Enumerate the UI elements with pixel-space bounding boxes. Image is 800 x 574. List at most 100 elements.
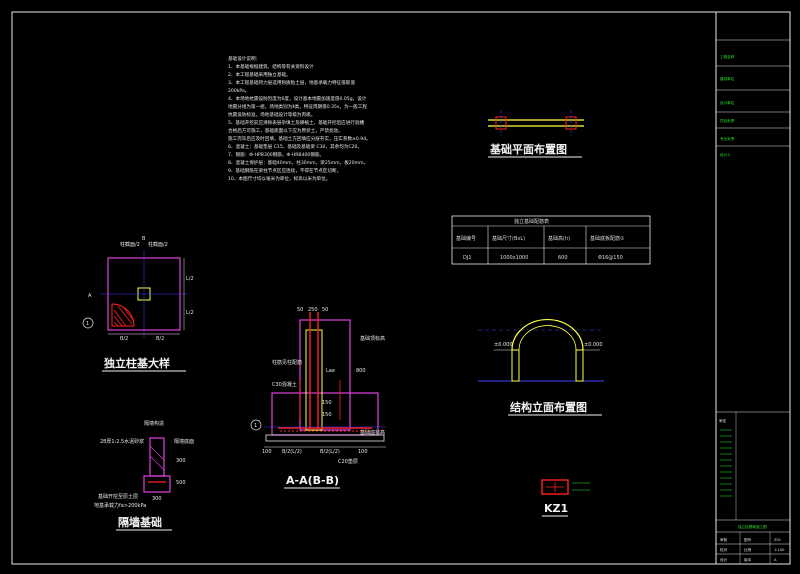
note-line: 6、混凝土：基础垫层 C15，基础及基础梁 C30，其余均为C20。 [228,143,362,150]
title-row: 审定 [719,418,727,423]
wall-label: 地基承载力fa>200kPa [94,502,146,509]
elevation-arch [511,319,584,351]
kz1-title: KZ1 [544,502,568,515]
table-caption: 独立基础配筋表 [514,218,549,225]
elevation-title: 结构立面布置图 [509,400,587,414]
wall-label: 隔墙构造 [144,420,164,427]
section-label: 基础顶标高 [360,335,385,342]
elevation-label: ±0.000 [584,342,603,348]
note-line: 4、本场地抗震设防烈度为6度，设计基本地震加速度值0.05g，设计 [228,95,367,102]
section-label: Lae [326,368,335,374]
elevation-label: ±0.000 [494,342,513,348]
table-cell: Φ16@150 [598,255,623,261]
note-line: 7、钢筋：Φ-HPB300钢筋，Φ-HRB400钢筋。 [228,151,324,158]
title-row: 设计单位 [720,100,735,105]
table-header: 基础底板配筋① [590,235,625,242]
section-label: 基础底标高 [360,429,385,436]
wall-label: 28厚1:2.5水泥砂浆 [100,438,144,445]
footing-grid-label: A [88,293,92,299]
section-dim-bottom: 100 [358,449,368,455]
title-row: 审核 [720,537,728,542]
wall-footing: 隔墙构造 28厚1:2.5水泥砂浆 隔墙底面 基础开挖至原土层 地基承载力fa>… [94,420,194,531]
notes-heading: 基础设计说明： [228,55,260,62]
title-row: 图号 [744,537,752,542]
note-line: 10、本图尺寸均以毫米为单位，标高以米为单位。 [228,175,330,182]
table-header: 基础高(h) [548,235,570,242]
elevation-column-left [511,349,520,382]
title-row: 校对 [720,547,728,552]
design-notes: 基础设计说明： 1、本基础根据建筑、结构等有关资料设计 2、本工程基础采用独立基… [228,55,371,182]
title-hatch [720,429,732,497]
note-line: 8、混凝土保护层：基础40mm，柱30mm，梁25mm，板20mm。 [228,159,368,166]
footing-table: 独立基础配筋表 基础编号 基础尺寸(BxL) 基础高(h) 基础底板配筋① DJ… [451,215,651,265]
wall-body [149,437,165,477]
section-column-core [305,329,323,431]
foundation-plan: 基础平面布置图 [488,110,584,158]
section-rebar-mark: 1 [254,423,257,429]
table-header: 基础编号 [456,235,476,242]
section-height: 150 [322,400,332,406]
note-line: 200kPa。 [228,88,249,94]
section-dim-bottom: 100 [262,449,272,455]
title-code: A [774,558,777,562]
title-block: 工程名称 建设单位 设计单位 项目负责 专业负责 设计人 审定 独立柱基础施工图… [715,11,791,565]
title-row: 专业负责 [720,136,735,141]
table-header: 基础尺寸(BxL) [492,235,525,242]
section-aa: 50 250 50 100 B/2(L/2) B/2(L/2) 100 800 … [250,307,386,489]
drawing-border [11,11,717,565]
footing-detail: B/2 B/2 L/2 L/2 柱截面/2 柱截面/2 B A 1 独立柱基大样 [82,236,194,372]
title-row: 比例 [744,547,752,552]
footing-rebar-mark: 1 [86,321,89,327]
note-line: 3、本工程基础持力层选用粉质粘土层，地基承载力特征值取值 [228,79,355,86]
table-cell: 1000x1000 [500,255,528,261]
title-code: Z01 [774,538,781,542]
footing-title: 独立柱基大样 [103,356,170,370]
wall-dim: 500 [176,480,186,486]
title-row: 设计 [720,557,728,562]
note-line: 5、基础开挖前应清除表层杂填土及耕植土，基础开挖后应进行验槽 [228,119,365,126]
footing-dim: L/2 [186,276,194,282]
wall-label: 隔墙底面 [174,438,194,445]
note-line: 施工完毕后应及时回填，基础土方回填应分层夯实，压实系数≥0.94。 [228,135,371,142]
column-kz1: KZ1 [541,479,590,517]
section-height: 800 [356,368,366,374]
footing-dim: L/2 [186,310,194,316]
wall-dim: 300 [176,458,186,464]
plan-title: 基础平面布置图 [489,142,567,156]
title-row: 版本 [744,557,752,562]
elevation-column-right [575,349,584,382]
footing-col-label: 柱截面/2 [120,241,140,248]
title-row: 建设单位 [720,76,735,81]
section-dim-bottom: B/2(L/2) [320,449,340,455]
title-row: 工程名称 [720,54,735,59]
section-dim-top: 250 [308,307,318,313]
wall-base [143,475,171,493]
footing-col-label: 柱截面/2 [148,241,168,248]
section-label: C20垫层 [338,458,358,465]
section-title: A-A(B-B) [286,474,339,487]
note-line: 合格后方可施工，基础底面以下应为原状土，严禁扰动。 [228,127,343,134]
note-line: 2、本工程基础采用独立基础。 [228,71,291,78]
footing-grid-label: B [142,236,146,242]
cad-drawing: 基础设计说明： 1、本基础根据建筑、结构等有关资料设计 2、本工程基础采用独立基… [11,11,791,565]
table-cell: 600 [558,255,568,261]
title-code: 1:100 [774,548,785,552]
drawing-name: 独立柱基础施工图 [738,524,767,529]
footing-dim: B/2 [156,336,164,342]
footing-dim: B/2 [120,336,128,342]
table-cell: DJ1 [463,255,472,261]
section-height: 150 [322,412,332,418]
structural-elevation: ±0.000 ±0.000 结构立面布置图 [478,319,604,416]
section-label: 柱筋见柱配筋 [272,359,302,366]
note-line: 9、基础钢筋在梁柱节点区应连续，不得在节点区切断。 [228,167,341,174]
wall-dim: 300 [152,496,162,502]
wall-label: 基础开挖至原土层 [98,493,138,500]
note-line: 1、本基础根据建筑、结构等有关资料设计 [228,63,314,70]
section-label: C30混凝土 [272,381,297,388]
note-line: 地震分组为第一组，场地类别为Ⅱ类，特征周期值0.35s，为一般工程 [228,103,367,110]
note-line: 抗震设防标准，场地基础设计等级为丙级。 [228,111,315,118]
title-row: 项目负责 [720,118,735,123]
section-dim-bottom: B/2(L/2) [282,449,302,455]
wall-title: 隔墙基础 [118,515,162,529]
section-dim-top: 50 [297,307,303,313]
